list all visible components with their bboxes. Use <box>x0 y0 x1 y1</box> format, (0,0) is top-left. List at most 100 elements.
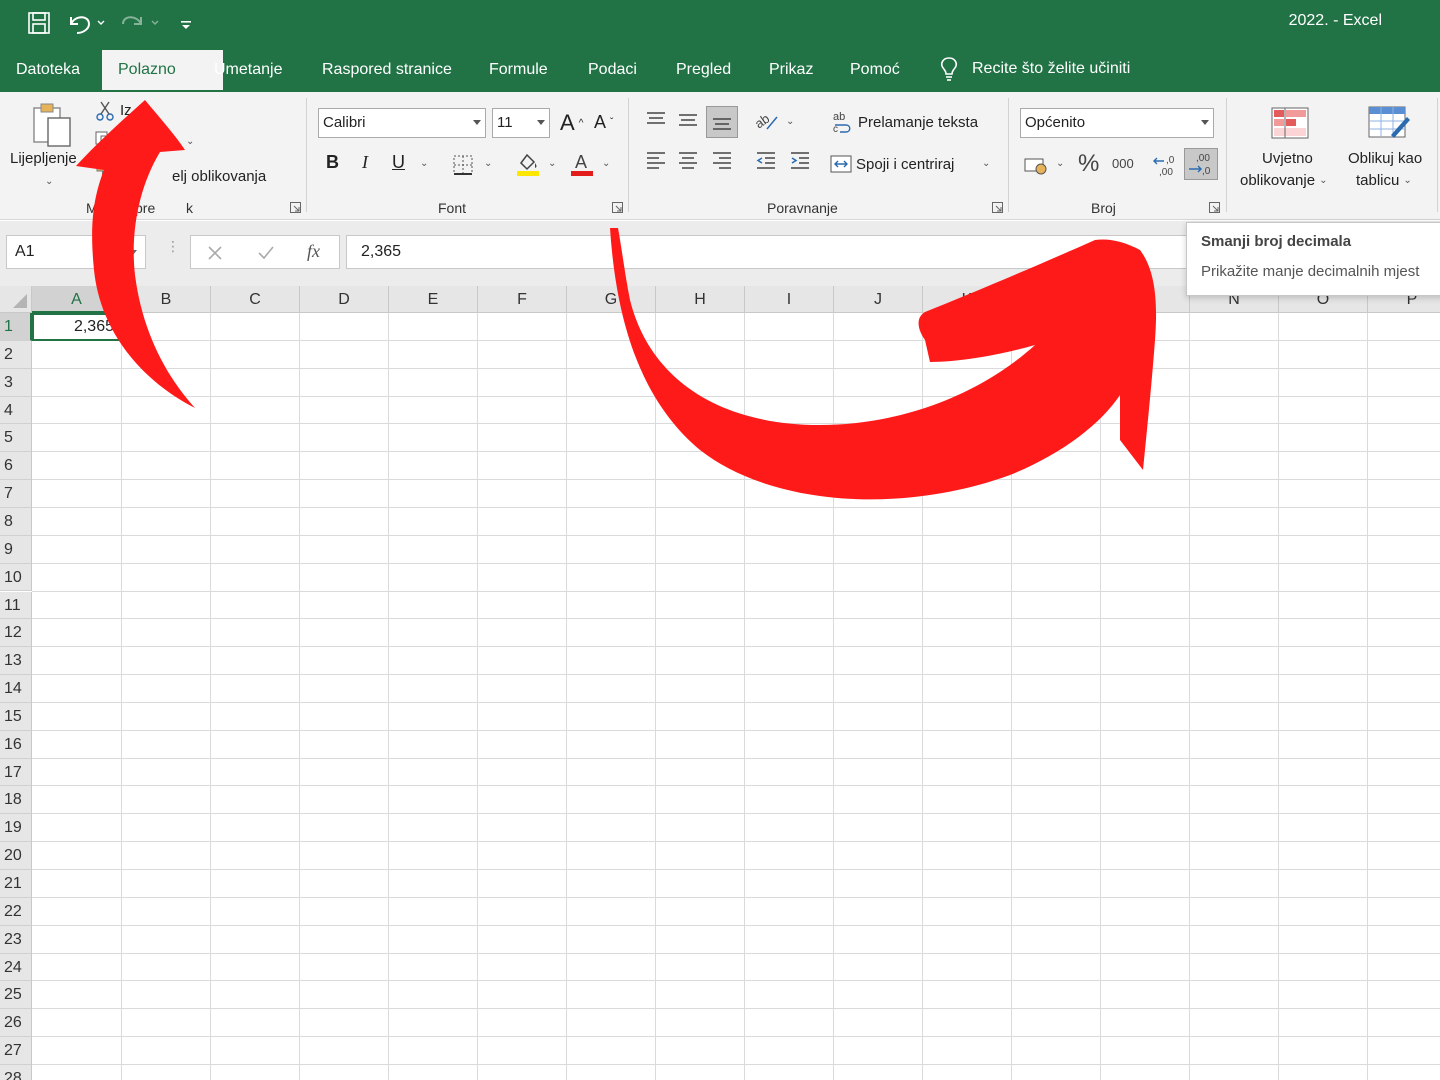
row-header-6[interactable]: 6 <box>0 452 32 481</box>
column-header-a[interactable]: A <box>32 286 122 313</box>
merge-center-button[interactable]: Spoji i centriraj <box>830 154 954 174</box>
column-header-e[interactable]: E <box>389 286 478 313</box>
increase-font-size-icon[interactable]: A ^ <box>560 110 583 136</box>
row-header-2[interactable]: 2 <box>0 340 32 369</box>
column-header-l[interactable]: L <box>1012 286 1101 313</box>
column-header-h[interactable]: H <box>656 286 745 313</box>
conditional-formatting-label-1[interactable]: Uvjetno <box>1262 150 1313 167</box>
number-format-combo[interactable]: Općenito <box>1020 108 1214 138</box>
row-header-10[interactable]: 10 <box>0 563 32 592</box>
row-header-26[interactable]: 26 <box>0 1009 32 1038</box>
tab-page-layout[interactable]: Raspored stranice <box>306 46 468 92</box>
undo-icon[interactable] <box>64 8 110 38</box>
scissors-icon[interactable] <box>96 100 114 122</box>
clipboard-launcher-icon[interactable] <box>290 202 302 214</box>
increase-indent-icon[interactable] <box>788 148 812 172</box>
format-as-table-label-1[interactable]: Oblikuj kao <box>1348 150 1422 167</box>
save-icon[interactable] <box>24 8 54 38</box>
row-header-12[interactable]: 12 <box>0 619 32 648</box>
underline-dropdown-icon[interactable]: ⌄ <box>420 158 428 169</box>
font-color-dropdown-icon[interactable]: ⌄ <box>602 158 610 169</box>
align-middle-icon[interactable] <box>676 108 700 132</box>
conditional-formatting-button[interactable]: oblikovanje ⌄ <box>1240 172 1327 189</box>
fill-color-icon[interactable] <box>514 150 542 178</box>
name-box[interactable]: A1 <box>6 235 146 269</box>
copy-icon[interactable] <box>94 130 114 150</box>
wrap-text-button[interactable]: ab c Prelamanje teksta <box>832 110 978 134</box>
column-header-i[interactable]: I <box>745 286 834 313</box>
tab-formulas[interactable]: Formule <box>473 46 564 92</box>
accounting-dropdown-icon[interactable]: ⌄ <box>1056 158 1064 169</box>
tab-help[interactable]: Pomoć <box>834 46 916 92</box>
redo-icon[interactable] <box>118 8 164 38</box>
tab-view[interactable]: Prikaz <box>753 46 829 92</box>
font-launcher-icon[interactable] <box>612 202 624 214</box>
orientation-dropdown-icon[interactable]: ⌄ <box>786 116 794 127</box>
font-color-icon[interactable]: A <box>568 150 596 178</box>
align-top-icon[interactable] <box>644 108 668 132</box>
font-name-combo[interactable]: Calibri <box>318 108 486 138</box>
row-header-23[interactable]: 23 <box>0 925 32 954</box>
borders-dropdown-icon[interactable]: ⌄ <box>484 158 492 169</box>
tab-data[interactable]: Podaci <box>572 46 653 92</box>
format-painter-icon[interactable] <box>94 162 114 184</box>
column-header-b[interactable]: B <box>122 286 211 313</box>
align-center-icon[interactable] <box>676 148 700 172</box>
column-header-j[interactable]: J <box>834 286 923 313</box>
bold-button[interactable]: B <box>326 152 339 173</box>
row-header-15[interactable]: 15 <box>0 702 32 731</box>
align-bottom-icon[interactable] <box>706 106 738 138</box>
worksheet-grid[interactable]: A B C D E F G H I J K L M N O P 1 2 3 4 5 6 7 8 9 10 11 12 13 14 15 16 1… <box>0 286 1440 1080</box>
decrease-font-size-icon[interactable]: Aˇ <box>594 112 613 133</box>
percent-style-button[interactable]: % <box>1078 150 1099 178</box>
row-header-8[interactable]: 8 <box>0 507 32 536</box>
insert-function-icon[interactable]: fx <box>307 241 320 262</box>
tab-file[interactable]: Datoteka <box>0 46 96 92</box>
cancel-icon[interactable] <box>207 245 223 261</box>
enter-icon[interactable] <box>257 245 275 261</box>
row-header-19[interactable]: 19 <box>0 814 32 843</box>
row-header-17[interactable]: 17 <box>0 758 32 787</box>
row-header-14[interactable]: 14 <box>0 675 32 703</box>
row-header-21[interactable]: 21 <box>0 870 32 898</box>
format-painter-label[interactable]: elj oblikovanja <box>172 168 266 185</box>
tell-me-search[interactable]: Recite što želite učiniti <box>940 46 1130 92</box>
row-header-27[interactable]: 27 <box>0 1037 32 1065</box>
format-as-table-icon[interactable] <box>1366 104 1412 142</box>
comma-style-button[interactable]: 000 <box>1112 156 1134 171</box>
copy-dropdown-icon[interactable]: ⌄ <box>186 136 194 147</box>
paste-icon[interactable] <box>28 102 76 148</box>
orientation-icon[interactable]: ab <box>752 108 780 132</box>
column-header-f[interactable]: F <box>478 286 567 313</box>
cell-a1[interactable]: 2,365 <box>32 313 122 341</box>
row-header-1[interactable]: 1 <box>0 313 32 341</box>
align-right-icon[interactable] <box>710 148 734 172</box>
cut-label[interactable]: Iz <box>120 102 132 119</box>
column-header-k[interactable]: K <box>923 286 1012 313</box>
decrease-decimal-icon[interactable]: ,00,0 <box>1184 148 1218 180</box>
accounting-format-icon[interactable] <box>1022 154 1050 178</box>
customize-quick-access-icon[interactable] <box>176 8 196 38</box>
row-header-9[interactable]: 9 <box>0 535 32 564</box>
drag-handle-icon[interactable]: ⋮ <box>166 239 180 261</box>
increase-decimal-icon[interactable]: ,0,00 <box>1150 150 1182 180</box>
borders-icon[interactable] <box>452 154 474 176</box>
row-header-5[interactable]: 5 <box>0 424 32 453</box>
row-header-22[interactable]: 22 <box>0 897 32 926</box>
column-header-c[interactable]: C <box>211 286 300 313</box>
underline-button[interactable]: U <box>392 152 405 173</box>
tab-insert[interactable]: Umetanje <box>198 46 298 92</box>
italic-button[interactable]: I <box>362 152 368 173</box>
select-all-corner[interactable] <box>0 286 32 313</box>
format-as-table-button[interactable]: tablicu ⌄ <box>1356 172 1412 189</box>
number-launcher-icon[interactable] <box>1209 202 1221 214</box>
column-header-g[interactable]: G <box>567 286 656 313</box>
row-header-3[interactable]: 3 <box>0 368 32 397</box>
row-header-13[interactable]: 13 <box>0 647 32 676</box>
align-left-icon[interactable] <box>644 148 668 172</box>
row-header-4[interactable]: 4 <box>0 396 32 425</box>
tab-review[interactable]: Pregled <box>660 46 747 92</box>
font-size-combo[interactable]: 11 <box>492 108 550 138</box>
paste-button[interactable]: Lijepljenje <box>10 150 77 167</box>
row-header-7[interactable]: 7 <box>0 480 32 508</box>
